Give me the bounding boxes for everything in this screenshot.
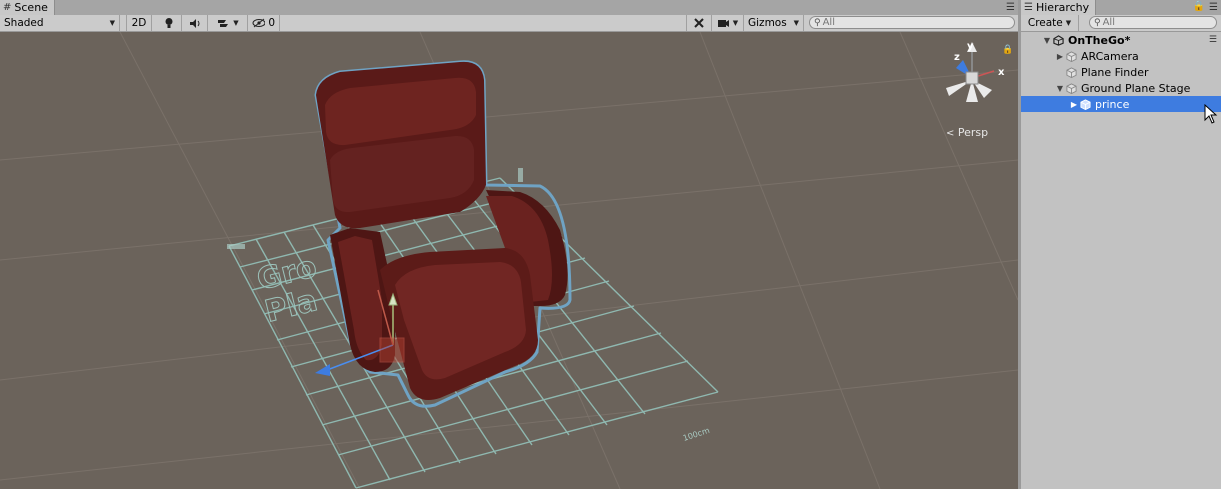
gameobject-cube-icon [1066,50,1077,62]
gizmo-x-label: x [998,67,1005,78]
2d-label: 2D [131,17,147,29]
dropdown-arrow-icon: ▼ [233,19,239,27]
effects-dropdown[interactable]: ▼ [208,15,248,31]
scale-marker [227,244,245,249]
lightbulb-icon [165,18,172,28]
list-item-label: ARCamera [1081,49,1139,63]
camera-settings-dropdown[interactable]: ▼ [712,15,744,31]
tab-hierarchy[interactable]: ☰ Hierarchy [1021,0,1097,15]
lighting-toggle-button[interactable] [156,15,182,31]
scene-root-menu-icon[interactable]: ☰ [1209,35,1217,45]
persp-chevron-icon: < [946,128,955,139]
scene-tabbar: # Scene ☰ [0,0,1018,16]
effects-icon [218,19,229,27]
camera-icon [717,20,729,27]
hierarchy-toolbar: Create ▼ ⚲ All [1021,15,1221,32]
scene-search-input[interactable]: ⚲ All [809,16,1015,29]
hidden-count: 0 [268,17,275,29]
hierarchy-scene-root[interactable]: ▼ OnTheGo* ☰ [1021,32,1221,48]
scene-viewport[interactable]: Gro Pla 100cm y z x 🔒 < Persp [0,32,1018,489]
create-label: Create [1027,17,1063,29]
projection-label: Persp [957,126,989,139]
scene-render: Gro Pla 100cm [0,32,1018,489]
audio-toggle-button[interactable] [182,15,208,31]
2d-toggle-button[interactable]: 2D [126,15,152,31]
hierarchy-search-placeholder: All [1102,17,1115,28]
hierarchy-search-input[interactable]: ⚲ All [1089,16,1217,29]
scale-marker [518,168,523,182]
lock-icon[interactable]: 🔒 [1193,1,1205,12]
speaker-icon [189,18,199,28]
hierarchy-tabbar: ☰ Hierarchy 🔒 ☰ [1021,0,1221,16]
scene-tools-button[interactable] [686,15,712,31]
hidden-objects-toggle[interactable]: 0 [248,15,280,31]
dropdown-arrow-icon: ▼ [793,19,799,27]
grid-icon: # [3,2,12,13]
prefab-cube-icon [1080,98,1091,110]
expand-arrow-icon[interactable]: ▶ [1054,52,1066,61]
mouse-cursor-icon [1204,104,1218,124]
unity-logo-icon [1053,34,1064,46]
search-icon: ⚲ [814,17,821,28]
list-item[interactable]: ▶ ARCamera [1021,48,1221,64]
search-icon: ⚲ [1094,17,1101,28]
scene-root-label: OnTheGo* [1068,33,1131,47]
dropdown-arrow-icon: ▼ [1065,19,1072,27]
gizmos-label: Gizmos [748,17,787,29]
gizmos-dropdown[interactable]: Gizmos ▼ [744,15,804,31]
dropdown-arrow-icon: ▼ [732,19,739,27]
tab-scene[interactable]: # Scene [0,0,55,15]
panel-menu-icon[interactable]: ☰ [1006,2,1015,13]
list-icon: ☰ [1024,2,1033,13]
hierarchy-tab-label: Hierarchy [1035,1,1090,14]
gizmo-center-cube[interactable] [965,71,979,85]
expand-arrow-icon[interactable]: ▼ [1041,36,1053,45]
shading-mode-dropdown[interactable]: Shaded ▼ [0,15,120,31]
orientation-gizmo[interactable]: y z x 🔒 [936,40,1016,120]
scene-search-placeholder: All [822,17,835,28]
gizmo-y-label: y [967,41,974,52]
expand-arrow-icon[interactable]: ▶ [1068,100,1080,109]
list-item[interactable]: Plane Finder [1021,64,1221,80]
list-item[interactable]: ▶ prince [1021,96,1221,112]
lock-icon[interactable]: 🔒 [1002,44,1013,55]
hierarchy-panel: ☰ Hierarchy 🔒 ☰ Create ▼ ⚲ All ▼ OnTheGo… [1021,0,1221,489]
scene-panel: # Scene ☰ Shaded ▼ 2D ▼ 0 ▼ Gizmos ▼ ⚲ A… [0,0,1018,489]
dropdown-arrow-icon: ▼ [109,19,115,27]
scene-toolbar: Shaded ▼ 2D ▼ 0 ▼ Gizmos ▼ ⚲ All [0,15,1018,32]
list-item[interactable]: ▼ Ground Plane Stage [1021,80,1221,96]
list-item-label: Ground Plane Stage [1081,81,1191,95]
list-item-label: Plane Finder [1081,65,1149,79]
chair-model[interactable] [314,60,572,408]
projection-toggle[interactable]: < Persp [946,126,988,139]
eye-hidden-icon [252,18,266,28]
shading-mode-label: Shaded [4,17,44,29]
gizmo-z-label: z [954,52,960,63]
panel-menu-icon[interactable]: ☰ [1209,2,1218,13]
expand-arrow-icon[interactable]: ▼ [1054,84,1066,93]
gameobject-cube-icon [1066,66,1077,78]
scene-tab-label: Scene [14,1,48,14]
list-item-label: prince [1095,97,1130,111]
gameobject-cube-icon [1066,82,1077,94]
create-dropdown[interactable]: Create ▼ [1021,15,1079,31]
tools-icon [694,18,704,28]
scale-label: 100cm [682,426,711,443]
